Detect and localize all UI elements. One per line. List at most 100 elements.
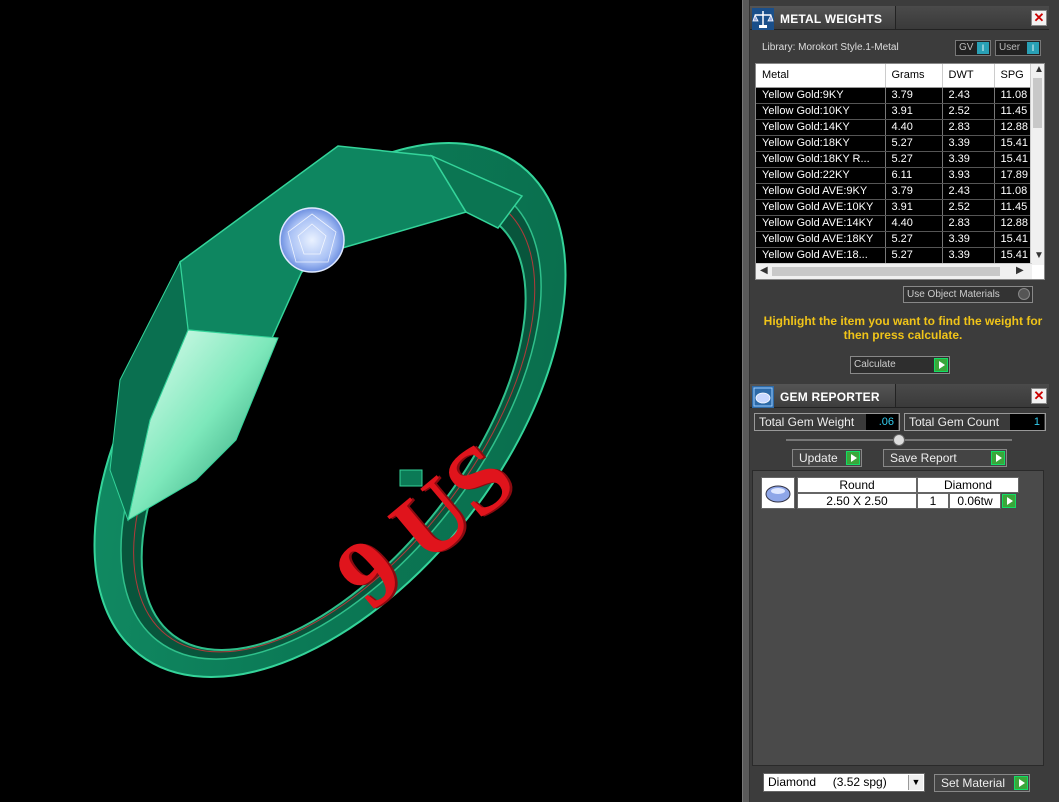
gem-reporter-title: GEM REPORTER [780, 390, 880, 404]
scale-icon [752, 8, 774, 30]
table-cell: Yellow Gold AVE:18KY [756, 231, 886, 248]
table-cell: Yellow Gold:9KY [756, 87, 886, 104]
set-material-label: Set Material [941, 776, 1006, 790]
table-row[interactable]: Yellow Gold:10KY 3.91 2.52 11.45 [756, 103, 1035, 120]
save-report-label: Save Report [890, 451, 957, 465]
table-cell: 11.08 [994, 183, 1035, 200]
table-cell: 3.39 [942, 135, 995, 152]
scroll-left-icon[interactable]: ◀ [760, 265, 768, 276]
table-row[interactable]: Yellow Gold AVE:10KY 3.91 2.52 11.45 [756, 199, 1035, 216]
table-cell: 15.41 [994, 247, 1035, 264]
user-toggle-knob: I [1027, 42, 1039, 54]
gv-toggle[interactable]: GV I [955, 40, 991, 56]
gem-shape: Round [797, 477, 917, 493]
scroll-down-icon[interactable]: ▼ [1034, 250, 1044, 261]
gem-reporter-tab[interactable]: GEM REPORTER [750, 384, 896, 408]
table-cell: 5.27 [885, 135, 943, 152]
table-cell: Yellow Gold AVE:14KY [756, 215, 886, 232]
table-cell: 4.40 [885, 215, 943, 232]
table-row[interactable]: Yellow Gold:9KY 3.79 2.43 11.08 [756, 87, 1035, 104]
table-cell: 3.93 [942, 167, 995, 184]
gem-count: 1 [917, 493, 949, 509]
table-cell: Yellow Gold:18KY R... [756, 151, 886, 168]
table-row[interactable]: Yellow Gold AVE:18... 5.27 3.39 15.41 [756, 247, 1035, 264]
gem-reporter-close-icon[interactable]: ✕ [1031, 388, 1047, 404]
table-cell: 15.41 [994, 135, 1035, 152]
metal-table-vscroll[interactable]: ▲ ▼ [1030, 64, 1044, 265]
table-cell: 11.45 [994, 103, 1035, 120]
metal-weights-tab[interactable]: METAL WEIGHTS [750, 6, 896, 30]
scroll-right-icon[interactable]: ▶ [1016, 265, 1024, 276]
total-gem-weight-value: .06 [866, 414, 898, 430]
gem-size: 2.50 X 2.50 [797, 493, 917, 509]
table-row[interactable]: Yellow Gold:14KY 4.40 2.83 12.88 [756, 119, 1035, 136]
table-cell: 3.91 [885, 199, 943, 216]
metal-weights-header: METAL WEIGHTS ✕ [750, 6, 1049, 30]
panel-splitter[interactable] [742, 0, 750, 802]
table-cell: 4.40 [885, 119, 943, 136]
column-header-grams[interactable]: Grams [885, 64, 943, 88]
table-cell: 2.43 [942, 183, 995, 200]
table-row[interactable]: Yellow Gold AVE:18KY 5.27 3.39 15.41 [756, 231, 1035, 248]
metal-table-hscroll[interactable]: ◀ ▶ [756, 263, 1032, 279]
table-row[interactable]: Yellow Gold:18KY R... 5.27 3.39 15.41 [756, 151, 1035, 168]
scroll-up-icon[interactable]: ▲ [1034, 64, 1044, 75]
total-gem-weight-label: Total Gem Weight [759, 415, 855, 429]
table-cell: 2.52 [942, 199, 995, 216]
calculate-button[interactable]: Calculate [850, 356, 950, 374]
library-label: Library: Morokort Style.1-Metal [762, 42, 899, 53]
table-cell: Yellow Gold AVE:10KY [756, 199, 886, 216]
table-row[interactable]: Yellow Gold:18KY 5.27 3.39 15.41 [756, 135, 1035, 152]
user-toggle[interactable]: User I [995, 40, 1041, 56]
ring-render [93, 142, 567, 678]
gv-toggle-label: GV [959, 42, 974, 53]
gem-slider-handle[interactable] [893, 434, 905, 446]
table-cell: Yellow Gold:14KY [756, 119, 886, 136]
metal-table[interactable]: Metal Grams DWT SPG Yellow Gold:9KY 3.79 2… [755, 63, 1045, 280]
update-button[interactable]: Update [792, 449, 862, 467]
gem-material: Diamond [917, 477, 1019, 493]
table-cell: 6.11 [885, 167, 943, 184]
table-cell: 12.88 [994, 119, 1035, 136]
3d-viewport[interactable]: 9 US [0, 0, 742, 802]
gem-list[interactable]: Round Diamond 2.50 X 2.50 1 0.06tw [752, 470, 1044, 766]
column-header-dwt[interactable]: DWT [942, 64, 995, 88]
metal-weights-title: METAL WEIGHTS [780, 12, 883, 26]
round-gem-icon [765, 485, 791, 503]
user-toggle-label: User [999, 42, 1021, 53]
vscroll-thumb[interactable] [1033, 78, 1042, 128]
table-cell: 3.39 [942, 247, 995, 264]
table-cell: Yellow Gold:18KY [756, 135, 886, 152]
calculate-play-icon [934, 358, 948, 372]
gem-row-play-icon[interactable] [1002, 494, 1016, 508]
table-cell: 5.27 [885, 151, 943, 168]
gem-reporter-header: GEM REPORTER ✕ [750, 384, 1049, 408]
table-row[interactable]: Yellow Gold AVE:9KY 3.79 2.43 11.08 [756, 183, 1035, 200]
update-play-icon [846, 451, 860, 465]
material-select-value: Diamond (3.52 spg) [768, 775, 887, 789]
table-cell: 2.83 [942, 215, 995, 232]
gem-reporter-icon [752, 386, 774, 408]
table-cell: 2.83 [942, 119, 995, 136]
hscroll-thumb[interactable] [772, 267, 1000, 276]
calculate-label: Calculate [854, 359, 896, 370]
column-header-metal[interactable]: Metal [756, 64, 886, 88]
set-material-button[interactable]: Set Material [934, 774, 1030, 792]
save-report-button[interactable]: Save Report [883, 449, 1007, 467]
use-object-materials-toggle[interactable]: Use Object Materials [903, 286, 1033, 303]
table-cell: 3.79 [885, 183, 943, 200]
use-object-materials-label: Use Object Materials [907, 289, 1000, 300]
material-select[interactable]: Diamond (3.52 spg) ▼ [763, 773, 925, 792]
total-gem-count-value: 1 [1010, 414, 1044, 430]
table-cell: 15.41 [994, 151, 1035, 168]
gem-weight: 0.06tw [949, 493, 1001, 509]
toggle-radio-icon [1018, 288, 1030, 300]
metal-weights-close-icon[interactable]: ✕ [1031, 10, 1047, 26]
chevron-down-icon[interactable]: ▼ [908, 775, 923, 790]
table-cell: 17.89 [994, 167, 1035, 184]
total-gem-count-label: Total Gem Count [909, 415, 1000, 429]
column-header-spg[interactable]: SPG [994, 64, 1035, 88]
gem-thumbnail [761, 477, 795, 509]
table-row[interactable]: Yellow Gold:22KY 6.11 3.93 17.89 [756, 167, 1035, 184]
table-row[interactable]: Yellow Gold AVE:14KY 4.40 2.83 12.88 [756, 215, 1035, 232]
